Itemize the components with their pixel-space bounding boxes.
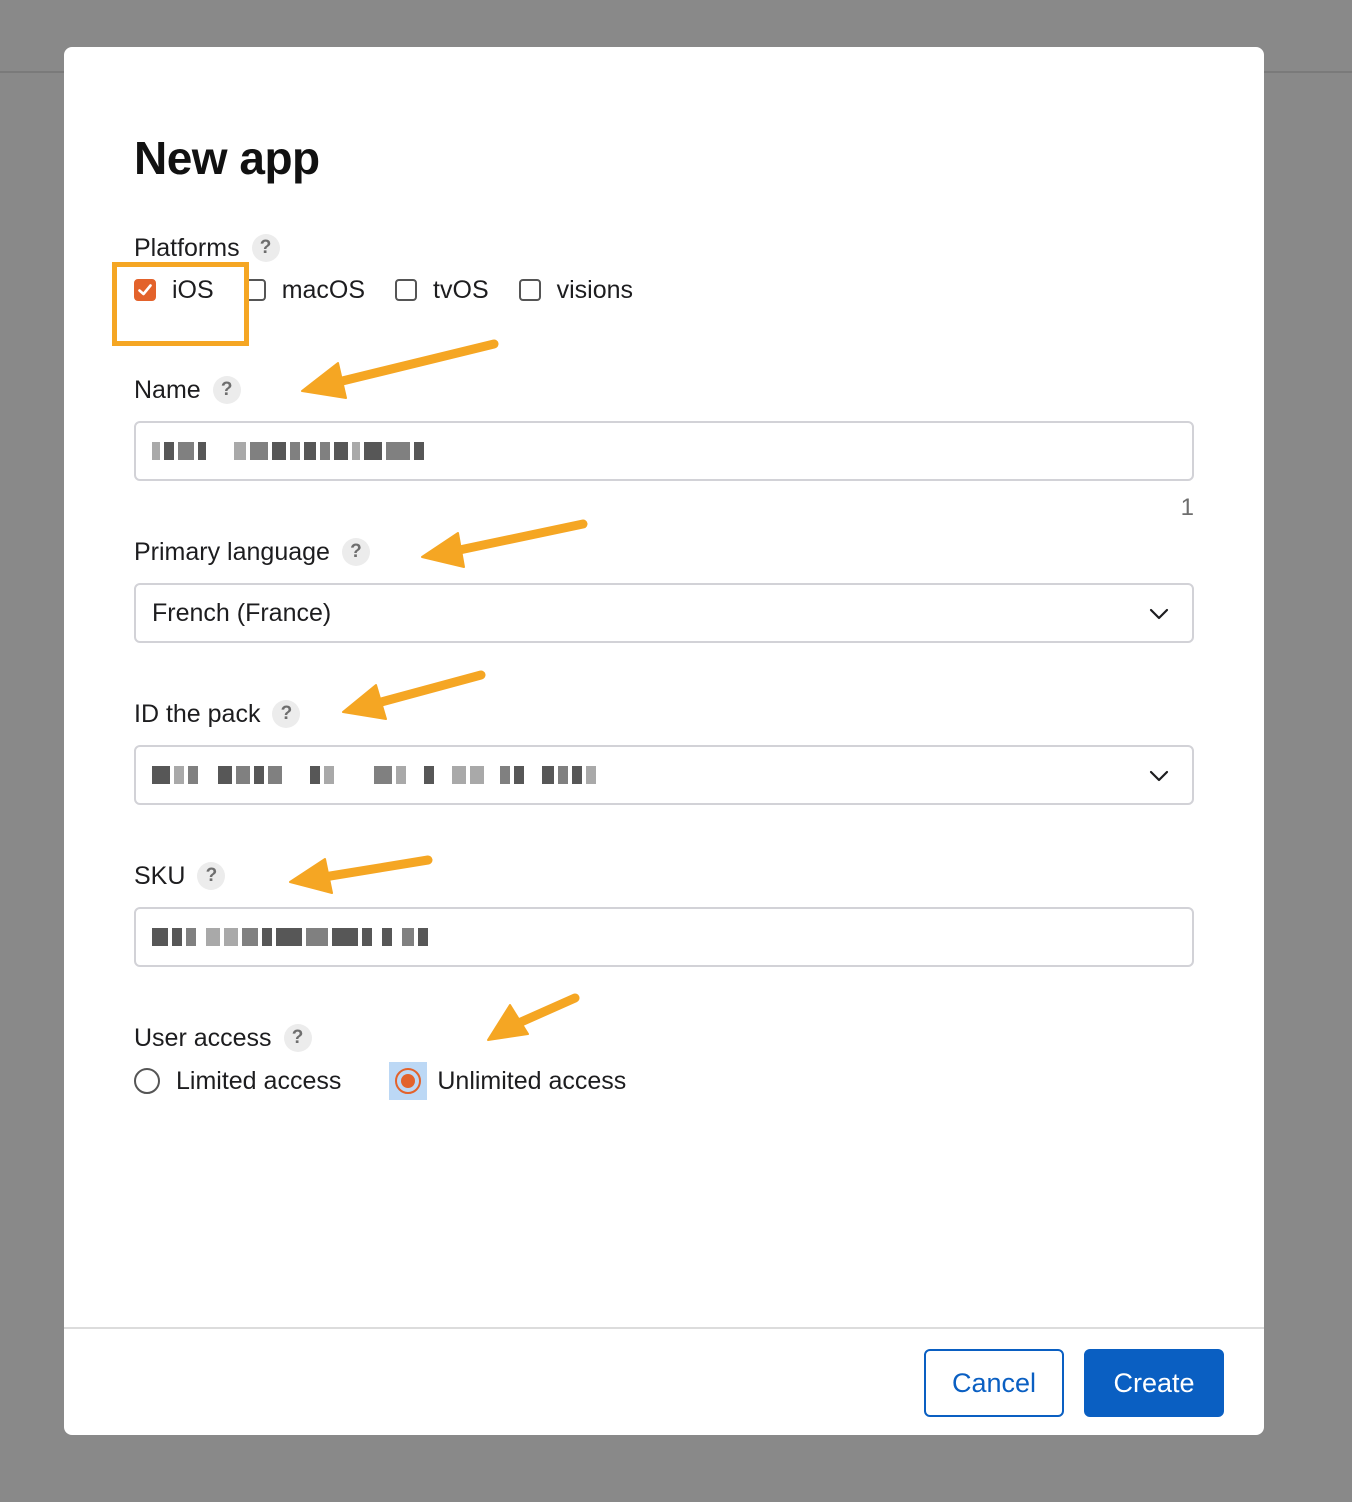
create-button[interactable]: Create bbox=[1084, 1349, 1224, 1417]
unlimited-access-label: Unlimited access bbox=[437, 1066, 627, 1095]
primary-language-label: Primary language bbox=[134, 537, 330, 566]
ios-highlight-box bbox=[112, 262, 249, 346]
chevron-down-icon bbox=[1149, 608, 1169, 620]
name-label-row: Name ? bbox=[134, 373, 241, 407]
platforms-label-row: Platforms ? bbox=[134, 231, 280, 265]
platform-visions-label: visions bbox=[556, 275, 634, 304]
primary-language-label-row: Primary language ? bbox=[134, 535, 370, 569]
platform-macos-label: macOS bbox=[281, 275, 366, 304]
new-app-dialog: New app Platforms ? iOS macOS tvOS visio… bbox=[64, 47, 1264, 1435]
name-help-icon[interactable]: ? bbox=[212, 376, 241, 404]
user-access-label: User access bbox=[134, 1023, 272, 1052]
name-label: Name bbox=[134, 375, 201, 404]
name-char-counter: 1 bbox=[1180, 494, 1194, 521]
redacted-bundle-id-value bbox=[152, 765, 600, 785]
platform-tvos-label: tvOS bbox=[433, 275, 489, 304]
bundle-id-label-row: ID the pack ? bbox=[134, 697, 301, 731]
bundle-id-label: ID the pack bbox=[134, 699, 261, 728]
platforms-help-icon[interactable]: ? bbox=[251, 234, 280, 262]
redacted-sku-value bbox=[152, 927, 432, 947]
radio-focus-ring bbox=[389, 1062, 428, 1100]
platforms-label: Platforms bbox=[134, 233, 240, 262]
bundle-id-select[interactable] bbox=[134, 745, 1194, 805]
user-access-label-row: User access ? bbox=[134, 1021, 312, 1055]
checkbox-unchecked-icon[interactable] bbox=[395, 279, 418, 301]
checkbox-unchecked-icon[interactable] bbox=[518, 279, 541, 301]
sku-input[interactable] bbox=[134, 907, 1194, 967]
sku-label-row: SKU ? bbox=[134, 859, 226, 893]
platform-visions-checkbox[interactable]: visions bbox=[518, 275, 634, 305]
dialog-title: New app bbox=[134, 132, 320, 184]
sku-help-icon[interactable]: ? bbox=[197, 862, 226, 890]
name-input[interactable] bbox=[134, 421, 1194, 481]
limited-access-radio[interactable]: Limited access bbox=[134, 1067, 341, 1096]
cancel-button[interactable]: Cancel bbox=[924, 1349, 1064, 1417]
user-access-radio-group: Limited access Unlimited access bbox=[134, 1061, 680, 1101]
redacted-name-value bbox=[152, 441, 428, 461]
platform-tvos-checkbox[interactable]: tvOS bbox=[395, 276, 489, 305]
limited-access-label: Limited access bbox=[176, 1066, 342, 1095]
primary-language-help-icon[interactable]: ? bbox=[341, 538, 370, 566]
user-access-help-icon[interactable]: ? bbox=[283, 1024, 312, 1052]
platform-macos-checkbox[interactable]: macOS bbox=[243, 275, 366, 305]
unlimited-access-radio[interactable]: Unlimited access bbox=[389, 1062, 627, 1100]
primary-language-select[interactable]: French (France) bbox=[134, 583, 1194, 643]
bundle-id-help-icon[interactable]: ? bbox=[272, 700, 301, 728]
chevron-down-icon bbox=[1149, 770, 1169, 782]
radio-unselected-icon[interactable] bbox=[134, 1068, 160, 1094]
footer-divider bbox=[64, 1327, 1264, 1329]
radio-selected-icon[interactable] bbox=[395, 1068, 422, 1094]
sku-label: SKU bbox=[134, 861, 186, 890]
primary-language-value: French (France) bbox=[152, 598, 332, 627]
